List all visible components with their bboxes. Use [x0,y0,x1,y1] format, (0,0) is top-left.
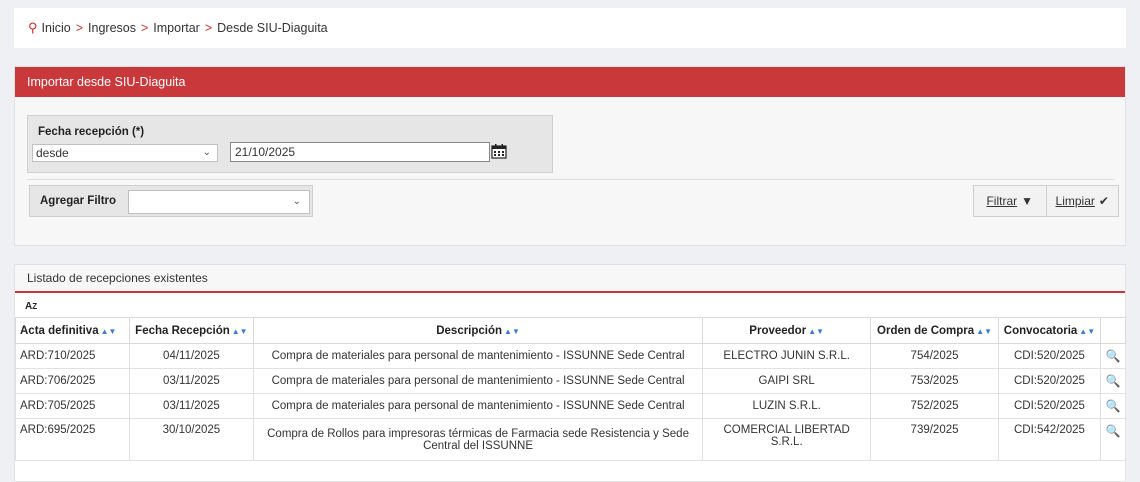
sort-arrows-icon: ▲▼ [976,326,993,336]
sort-arrows-icon: ▲▼ [1079,326,1096,336]
col-descripcion[interactable]: Descripción ▲▼ [252,317,704,344]
fecha-label: Fecha recepción (*) [38,126,145,138]
search-icon[interactable]: 🔍 [1106,424,1121,438]
cell-descripcion: Compra de Rollos para impresoras térmica… [252,418,704,461]
filtrar-label: Filtrar [986,194,1018,208]
cell-acta: ARD:695/2025 [15,418,130,461]
filtrar-button[interactable]: Filtrar ▼ [974,186,1046,216]
cell-convocatoria: CDI:542/2025 [997,418,1101,461]
cell-orden: 753/2025 [870,368,999,394]
chevron-down-icon: ⌄ [292,196,301,207]
col-convocatoria[interactable]: Convocatoria ▲▼ [997,317,1101,344]
breadcrumb-separator: > [140,21,149,35]
fecha-operator-value: desde [36,146,69,160]
list-title: Listado de recepciones existentes [15,265,1125,293]
col-acta[interactable]: Acta definitiva ▲▼ [15,317,130,344]
agregar-filtro-box: Agregar Filtro ⌄ [29,185,313,217]
cell-orden: 752/2025 [870,393,999,419]
sort-arrows-icon: ▲▼ [100,326,117,336]
cell-convocatoria: CDI:520/2025 [997,368,1101,394]
breadcrumb-separator: > [204,21,213,35]
search-icon[interactable]: 🔍 [1106,374,1121,388]
breadcrumb-ingresos[interactable]: Ingresos [88,21,136,35]
cell-fecha: 04/11/2025 [128,343,254,369]
cell-proveedor: LUZIN S.R.L. [702,393,872,419]
col-orden[interactable]: Orden de Compra ▲▼ [870,317,999,344]
cell-convocatoria: CDI:520/2025 [997,393,1101,419]
az-sort-icon[interactable]: AZ [25,301,37,312]
limpiar-label: Limpiar [1055,194,1095,208]
breadcrumb-inicio[interactable]: Inicio [42,21,71,35]
cell-proveedor: ELECTRO JUNIN S.R.L. [702,343,872,369]
cell-acta: ARD:705/2025 [15,393,130,419]
view-cell: 🔍 [1099,368,1127,394]
cell-fecha: 03/11/2025 [128,368,254,394]
col-fecha[interactable]: Fecha Recepción ▲▼ [128,317,254,344]
table-header-row: Acta definitiva ▲▼ Fecha Recepción ▲▼ Desc… [15,317,1127,344]
fecha-filter-box: Fecha recepción (*) desde ⌄ 21/10/2025 [27,115,553,173]
view-cell: 🔍 [1099,343,1127,369]
cell-acta: ARD:706/2025 [15,368,130,394]
divider [27,179,1115,180]
table-row[interactable]: ARD:706/2025 03/11/2025 Compra de materi… [15,368,1127,394]
cell-convocatoria: CDI:520/2025 [997,343,1101,369]
table-row[interactable]: ARD:695/2025 30/10/2025 Compra de Rollos… [15,418,1127,461]
map-pin-icon: ⚲ [28,20,38,35]
table-row[interactable]: ARD:710/2025 04/11/2025 Compra de materi… [15,343,1127,369]
cell-fecha: 03/11/2025 [128,393,254,419]
fecha-date-input[interactable]: 21/10/2025 [230,142,490,162]
recepciones-table: Acta definitiva ▲▼ Fecha Recepción ▲▼ Desc… [15,317,1127,461]
breadcrumb-current: Desde SIU-Diaguita [217,21,328,35]
col-actions [1099,317,1127,344]
search-icon[interactable]: 🔍 [1106,349,1121,363]
breadcrumb-separator: > [75,21,84,35]
search-icon[interactable]: 🔍 [1106,399,1121,413]
check-icon: ✔ [1098,194,1109,208]
cell-acta: ARD:710/2025 [15,343,130,369]
agregar-filtro-select[interactable]: ⌄ [128,190,310,214]
sort-arrows-icon: ▲▼ [504,326,520,336]
cell-descripcion: Compra de materiales para personal de ma… [252,393,704,419]
breadcrumb: ⚲ Inicio > Ingresos > Importar > Desde S… [14,8,1126,48]
cell-proveedor: GAIPI SRL [702,368,872,394]
cell-orden: 754/2025 [870,343,999,369]
panel-title: Importar desde SIU-Diaguita [15,67,1125,97]
filter-icon: ▼ [1021,194,1034,208]
limpiar-button[interactable]: Limpiar ✔ [1045,186,1119,216]
recepciones-list: Listado de recepciones existentes AZ Act… [14,264,1127,482]
fecha-operator-select[interactable]: desde ⌄ [32,144,218,162]
view-cell: 🔍 [1099,393,1127,419]
cell-fecha: 30/10/2025 [128,418,254,461]
cell-descripcion: Compra de materiales para personal de ma… [252,343,704,369]
chevron-down-icon: ⌄ [202,147,211,158]
cell-orden: 739/2025 [870,418,999,461]
table-row[interactable]: ARD:705/2025 03/11/2025 Compra de materi… [15,393,1127,419]
cell-proveedor: COMERCIAL LIBERTAD S.R.L. [702,418,872,461]
cell-descripcion: Compra de materiales para personal de ma… [252,368,704,394]
col-proveedor[interactable]: Proveedor ▲▼ [702,317,872,344]
import-panel: Importar desde SIU-Diaguita Fecha recepc… [14,66,1126,246]
view-cell: 🔍 [1099,418,1127,461]
calendar-icon[interactable] [491,143,507,159]
agregar-filtro-label: Agregar Filtro [40,195,117,207]
breadcrumb-importar[interactable]: Importar [153,21,200,35]
filter-actions: Filtrar ▼ Limpiar ✔ [973,185,1119,217]
sort-arrows-icon: ▲▼ [808,326,825,336]
sort-arrows-icon: ▲▼ [231,326,248,336]
